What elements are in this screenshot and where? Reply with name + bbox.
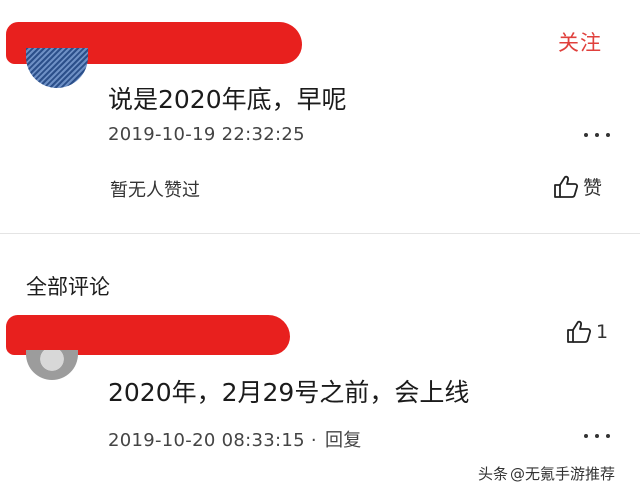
more-options-icon[interactable] — [584, 432, 610, 440]
watermark-source: 头条 — [478, 465, 509, 483]
more-options-icon[interactable] — [584, 131, 610, 139]
like-count: 1 — [596, 321, 609, 343]
divider — [0, 233, 640, 234]
comment-meta: 2019-10-20 08:33:15 · 回复 — [108, 426, 362, 452]
follow-button[interactable]: 关注 — [558, 27, 602, 57]
section-title: 全部评论 — [26, 275, 110, 299]
comment-timestamp: 2019-10-20 08:33:15 — [108, 430, 305, 451]
thumbs-up-icon — [567, 320, 592, 343]
comment-text: 2020年，2月29号之前，会上线 — [108, 378, 470, 407]
avatar[interactable] — [26, 48, 88, 88]
like-label: 赞 — [583, 177, 603, 199]
watermark-handle: @无氪手游推荐 — [510, 465, 616, 483]
no-likes-text: 暂无人赞过 — [110, 180, 200, 201]
watermark: 头条 @无氪手游推荐 — [478, 463, 615, 484]
reply-button[interactable]: 回复 — [325, 430, 362, 451]
comment-timestamp: 2019-10-19 22:32:25 — [108, 124, 305, 145]
meta-separator: · — [310, 430, 317, 451]
redacted-username — [6, 315, 290, 355]
thumbs-up-icon — [554, 175, 579, 198]
avatar[interactable] — [26, 350, 78, 380]
comment-text: 说是2020年底，早呢 — [108, 85, 347, 114]
comment-like-button[interactable]: 1 — [566, 320, 608, 344]
like-button[interactable]: 赞 — [553, 173, 602, 200]
